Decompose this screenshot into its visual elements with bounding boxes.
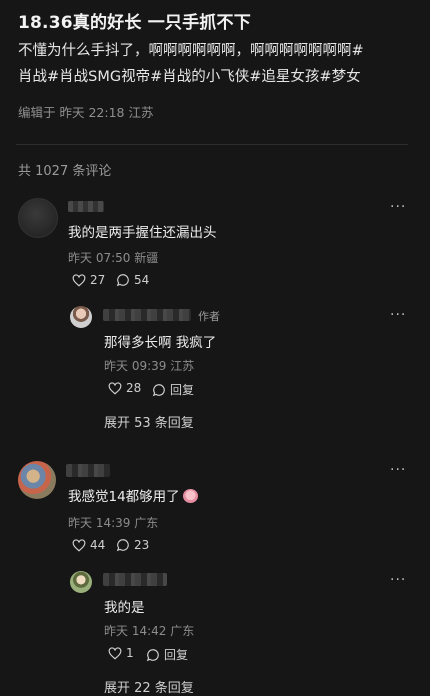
reply-meta: 昨天 09:39 江苏 [104,359,195,373]
username-blurred[interactable] [103,309,191,321]
expand-replies-link[interactable]: 展开 22 条回复 [104,677,194,696]
reply-button[interactable]: 回复 [146,646,188,663]
post-title: 18.36真的好长 一只手抓不下 [18,13,251,33]
heart-icon [108,381,122,395]
more-icon[interactable]: ··· [390,199,406,215]
emoji-sticker-icon [182,489,198,503]
avatar[interactable] [70,306,92,328]
heart-icon [108,646,122,660]
like-button[interactable]: 44 [72,538,105,552]
comment-meta: 昨天 07:50 新疆 [68,251,159,265]
more-icon[interactable]: ··· [390,572,406,588]
more-icon[interactable]: ··· [390,462,406,478]
reply-label: 回复 [170,383,195,397]
comment-text: 我的是两手握住还漏出头 [68,225,217,241]
like-button[interactable]: 1 [108,646,134,660]
tag-link[interactable]: #梦女 [319,69,360,85]
like-button[interactable]: 27 [72,273,105,287]
reply-button[interactable]: 54 [116,273,149,287]
like-count: 27 [90,273,106,287]
avatar[interactable] [70,571,92,593]
reply-count: 54 [134,273,150,287]
avatar[interactable] [18,198,58,238]
comment-bubble-icon [152,383,165,396]
post-body-line: 不懂为什么手抖了，啊啊啊啊啊啊，啊啊啊啊啊啊啊# [18,43,364,59]
like-count: 28 [126,381,142,395]
reply-label: 回复 [164,648,189,662]
author-badge: 作者 [198,310,220,323]
comment-text: 我感觉14都够用了 [68,485,198,505]
reply-button[interactable]: 回复 [152,381,194,398]
comment-bubble-icon [116,274,129,287]
post-meta: 编辑于 昨天 22:18 江苏 [18,105,154,120]
reply-text: 那得多长啊 我疯了 [104,335,217,351]
tag-link[interactable]: 肖战 [18,69,47,85]
like-button[interactable]: 28 [108,381,141,395]
tag-link[interactable]: #肖战的小飞侠 [150,69,249,85]
heart-icon [72,273,86,287]
comment-bubble-icon [146,648,159,661]
tag-link[interactable]: #追星女孩 [249,69,319,85]
more-icon[interactable]: ··· [390,307,406,323]
comments-count: 共 1027 条评论 [18,164,112,179]
comment-bubble-icon [116,539,129,552]
expand-replies-link[interactable]: 展开 53 条回复 [104,412,194,431]
reply-text: 我的是 [104,600,145,616]
heart-icon [72,538,86,552]
divider [16,144,408,145]
reply-button[interactable]: 23 [116,538,149,552]
comment-meta: 昨天 14:39 广东 [68,516,159,530]
tag-link[interactable]: #肖战SMG视帝 [47,69,150,85]
like-count: 44 [90,538,106,552]
post-tags: 肖战#肖战SMG视帝#肖战的小飞侠#追星女孩#梦女 [18,64,418,90]
username-blurred[interactable] [103,573,167,586]
comment-text-content: 我感觉14都够用了 [68,489,180,505]
reply-meta: 昨天 14:42 广东 [104,624,195,638]
like-count: 1 [126,646,134,660]
post-body: 不懂为什么手抖了，啊啊啊啊啊啊，啊啊啊啊啊啊啊# 肖战#肖战SMG视帝#肖战的小… [18,38,418,90]
reply-count: 23 [134,538,150,552]
avatar[interactable] [18,461,56,499]
username-blurred[interactable] [66,464,110,477]
username-blurred[interactable] [68,201,104,212]
